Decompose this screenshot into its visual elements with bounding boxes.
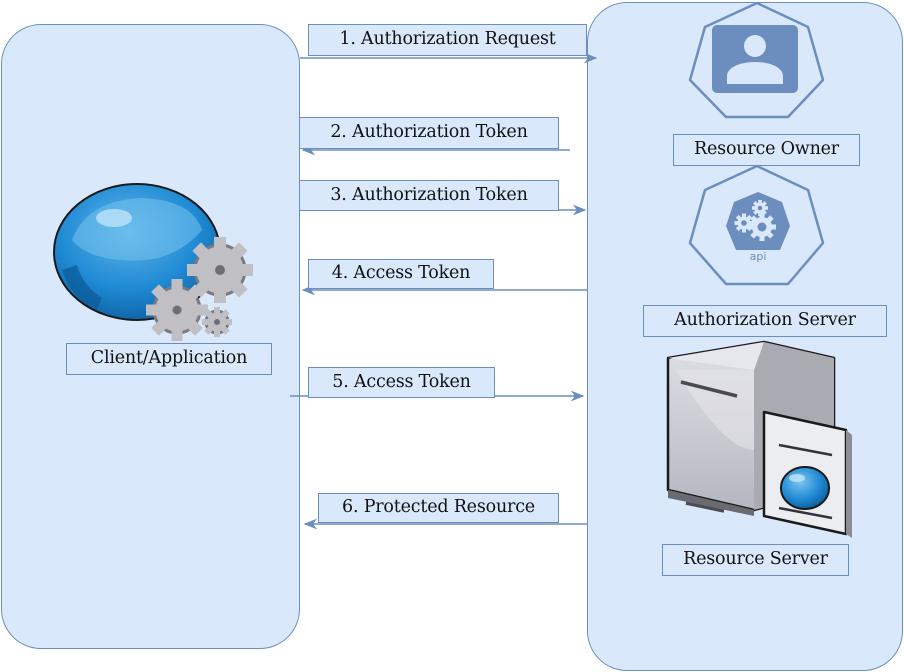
resource-server-label: Resource Server [662, 544, 849, 576]
globe-gears-icon [53, 183, 253, 341]
api-icon-text: api [750, 250, 767, 262]
step-5-label: 5. Access Token [308, 367, 495, 398]
authorization-server-label: Authorization Server [643, 305, 887, 337]
step-2-label: 2. Authorization Token [299, 117, 559, 149]
step-3-label: 3. Authorization Token [299, 180, 559, 211]
api-gears-icon: api [726, 192, 790, 262]
user-icon [712, 25, 798, 93]
step-1-label: 1. Authorization Request [308, 24, 587, 56]
server-document-icon [666, 340, 852, 538]
client-label: Client/Application [66, 343, 272, 375]
step-4-label: 4. Access Token [308, 259, 494, 289]
step-6-label: 6. Protected Resource [318, 493, 559, 523]
resource-owner-label: Resource Owner [673, 134, 860, 166]
